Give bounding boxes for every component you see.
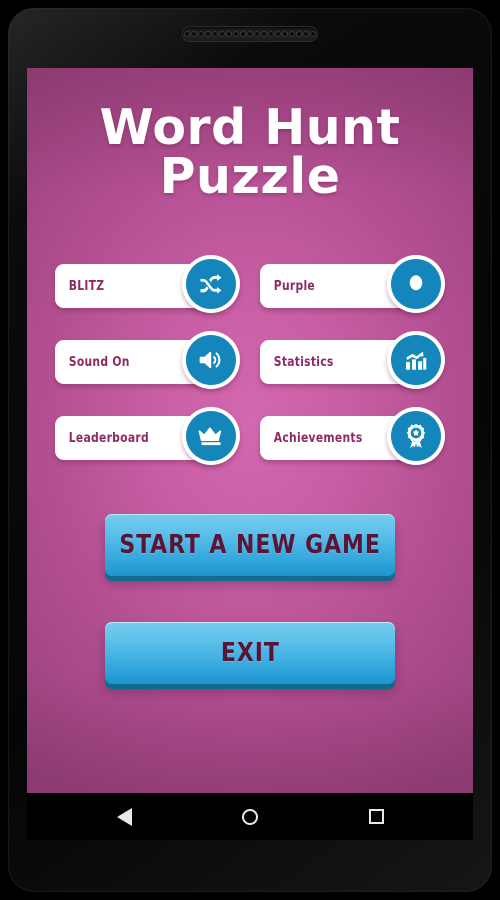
menu-item-sound-label: Sound On [68, 354, 130, 370]
back-icon[interactable] [102, 795, 146, 839]
crown-icon [197, 422, 225, 450]
menu-item-theme-badge[interactable] [387, 255, 445, 313]
menu-item-statistics[interactable]: Statistics [260, 331, 445, 389]
home-icon[interactable] [228, 795, 272, 839]
menu-item-theme[interactable]: Purple [260, 255, 445, 313]
award-ribbon-icon [402, 422, 430, 450]
menu-item-sound-badge[interactable] [182, 331, 240, 389]
game-title-line-2: Puzzle [159, 148, 341, 206]
start-new-game-button[interactable]: START A NEW GAME [105, 514, 395, 576]
shuffle-icon [197, 270, 225, 298]
game-title-line-1: Word Hunt [99, 99, 401, 156]
menu-item-leaderboard-label: Leaderboard [68, 430, 149, 446]
speaker-on-icon [197, 346, 225, 374]
menu-item-leaderboard-badge[interactable] [182, 407, 240, 465]
menu-item-achievements-badge[interactable] [387, 407, 445, 465]
menu-item-theme-label: Purple [273, 278, 315, 294]
menu-item-achievements-label: Achievements [273, 430, 363, 446]
game-main-menu: Word Hunt Puzzle BLITZ Purple Sound On S… [27, 68, 473, 830]
menu-item-statistics-label: Statistics [273, 354, 334, 370]
menu-item-blitz-label: BLITZ [68, 278, 105, 294]
menu-item-blitz-badge[interactable] [182, 255, 240, 313]
theme-picker-icon [404, 272, 428, 296]
menu-item-blitz[interactable]: BLITZ [55, 255, 240, 313]
primary-actions: START A NEW GAME EXIT [105, 514, 395, 730]
exit-label: EXIT [220, 638, 280, 668]
menu-item-leaderboard[interactable]: Leaderboard [55, 407, 240, 465]
start-new-game-label: START A NEW GAME [119, 530, 381, 560]
earpiece-speaker-grille [182, 26, 318, 42]
recents-icon[interactable] [354, 795, 398, 839]
menu-item-achievements[interactable]: Achievements [260, 407, 445, 465]
phone-screen: Word Hunt Puzzle BLITZ Purple Sound On S… [27, 68, 473, 830]
menu-item-statistics-badge[interactable] [387, 331, 445, 389]
menu-button-grid: BLITZ Purple Sound On Statistics Leaderb… [55, 255, 445, 465]
phone-device: Word Hunt Puzzle BLITZ Purple Sound On S… [0, 0, 500, 900]
bar-chart-icon [402, 346, 430, 374]
android-navigation-bar [27, 793, 473, 840]
menu-item-sound[interactable]: Sound On [55, 331, 240, 389]
exit-button[interactable]: EXIT [105, 622, 395, 684]
game-title: Word Hunt Puzzle [27, 99, 473, 206]
